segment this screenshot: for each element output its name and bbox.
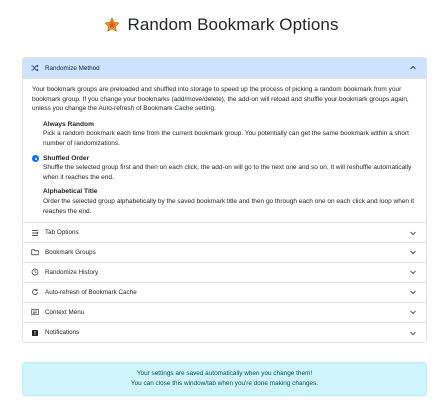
option-title: Always Random: [43, 120, 94, 128]
option-description: Pick a random bookmark each time from th…: [43, 130, 409, 147]
autosave-notice: Your settings are saved automatically wh…: [22, 362, 427, 396]
history-icon: [31, 268, 39, 276]
option-title: Alphabetical Title: [43, 188, 98, 196]
section-label: Auto-refresh of Bookmark Cache: [45, 288, 137, 296]
section-header-context-menu[interactable]: Context Menu: [23, 302, 426, 323]
section-header-notifications[interactable]: Notifications: [23, 322, 426, 343]
notification-icon: [31, 329, 39, 337]
section-header-tab-options[interactable]: Tab Options: [23, 223, 426, 244]
chevron-down-icon[interactable]: [409, 268, 417, 276]
menu-icon: [31, 308, 39, 316]
section-label: Notifications: [45, 329, 80, 337]
section-label: Randomize Method: [45, 64, 100, 72]
page-header: Random Bookmark Options: [0, 12, 443, 38]
section-label: Bookmark Groups: [45, 248, 96, 256]
chevron-up-icon[interactable]: [409, 64, 417, 72]
randomize-intro-text: Your bookmark groups are preloaded and s…: [32, 86, 409, 113]
chevron-down-icon[interactable]: [409, 308, 417, 316]
folder-icon: [31, 248, 39, 256]
option-alphabetical-title[interactable]: Alphabetical Title Order the selected gr…: [32, 187, 417, 216]
notice-line-1: Your settings are saved automatically wh…: [136, 370, 313, 377]
chevron-down-icon[interactable]: [409, 329, 417, 337]
option-shuffled-order[interactable]: Shuffled Order Shuffle the selected grou…: [32, 154, 417, 183]
section-body-randomize-method: Your bookmark groups are preloaded and s…: [23, 79, 426, 224]
section-label: Randomize History: [45, 268, 99, 276]
section-header-bookmark-groups[interactable]: Bookmark Groups: [23, 243, 426, 263]
option-title: Shuffled Order: [43, 154, 90, 162]
refresh-icon: [31, 288, 39, 296]
section-label: Context Menu: [45, 308, 85, 316]
options-accordion: Randomize Method Your bookmark groups ar…: [22, 57, 427, 344]
chevron-down-icon[interactable]: [409, 229, 417, 237]
option-description: Shuffle the selected group first and the…: [43, 164, 412, 181]
section-header-auto-refresh[interactable]: Auto-refresh of Bookmark Cache: [23, 282, 426, 303]
section-label: Tab Options: [45, 229, 79, 237]
option-description: Order the selected group alphabetically …: [43, 197, 415, 215]
shuffle-icon: [31, 64, 39, 72]
section-header-randomize-method[interactable]: Randomize Method: [23, 58, 426, 79]
option-always-random[interactable]: Always Random Pick a random bookmark eac…: [32, 120, 417, 149]
chevron-down-icon[interactable]: [409, 248, 417, 256]
page-title: Random Bookmark Options: [127, 15, 339, 34]
notice-line-2: You can close this window/tab when you'r…: [130, 380, 319, 387]
star-icon: [105, 17, 120, 32]
section-header-randomize-history[interactable]: Randomize History: [23, 262, 426, 283]
chevron-down-icon[interactable]: [409, 288, 417, 296]
tab-icon: [31, 229, 39, 237]
radio-shuffled-order[interactable]: [32, 155, 39, 163]
